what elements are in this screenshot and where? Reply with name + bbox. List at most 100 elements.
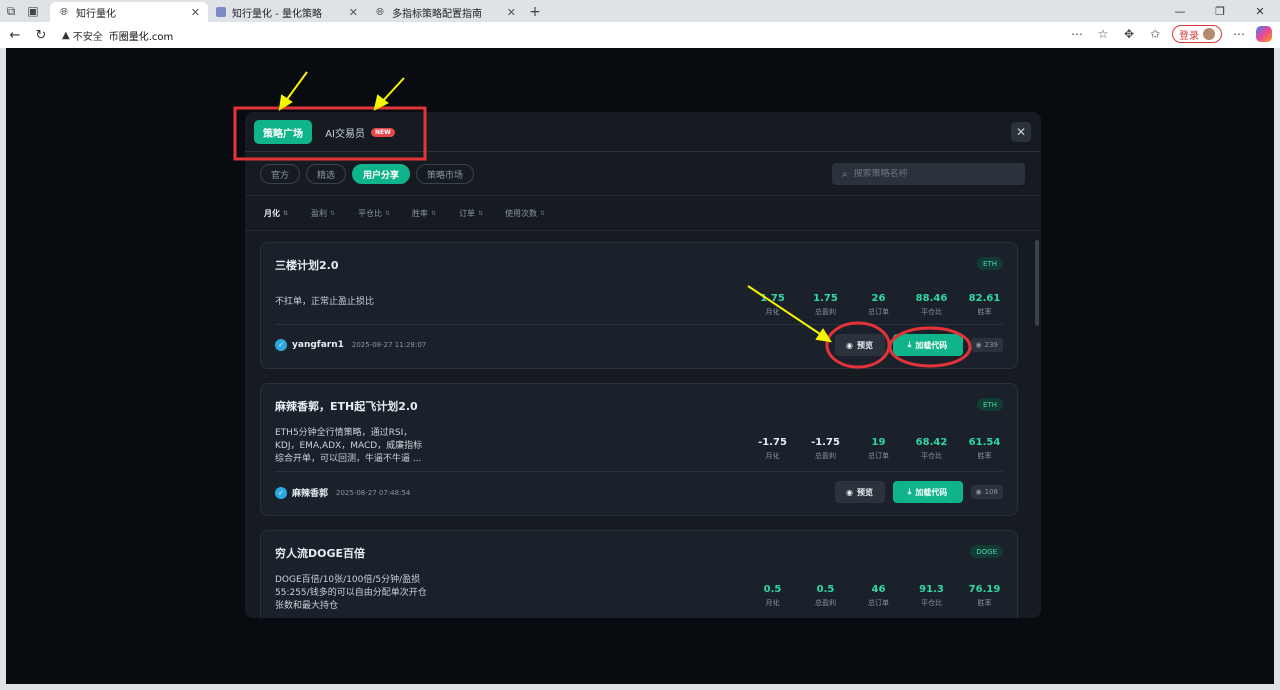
stat-value: 1.75 <box>760 293 785 304</box>
strategy-title: 穷人流DOGE百倍 <box>275 547 366 560</box>
address-bar[interactable]: ▲ 不安全 币圈量化.com <box>62 25 1132 45</box>
search-icon: ⌕ <box>842 168 848 180</box>
sort-label: 胜率 <box>412 209 428 218</box>
avatar <box>1203 28 1215 40</box>
menu-dots-icon[interactable]: ⋯ <box>1230 25 1248 43</box>
browser-tab-1[interactable]: 🌐︎ 知行量化 ✕ <box>50 2 208 22</box>
extensions-icon[interactable]: ✥ <box>1120 25 1138 43</box>
strategy-title: 麻辣香郭，ETH起飞计划2.0 <box>275 400 418 413</box>
stat-label: 月化 <box>765 308 780 316</box>
stat-total-profit: 0.5 总盈利 <box>799 584 852 608</box>
sort-orders[interactable]: 订单 ⇅ <box>459 208 483 219</box>
close-icon[interactable]: ✕ <box>191 6 200 19</box>
site-favicon-icon <box>216 7 226 17</box>
stat-total-orders: 26 总订单 <box>852 293 905 317</box>
login-button[interactable]: 登录 <box>1172 25 1222 43</box>
sort-arrows-icon: ⇅ <box>330 210 336 217</box>
author-name[interactable]: 麻辣香郭 <box>292 486 328 499</box>
close-icon[interactable]: ✕ <box>507 6 516 19</box>
tab-actions-icon[interactable]: ▣ <box>22 0 44 22</box>
card-actions: ◉ 预览 ⤓ 加载代码 ◉ 108 <box>834 481 1003 503</box>
stat-label: 总盈利 <box>815 599 836 607</box>
restore-icon[interactable]: ❐ <box>1200 0 1240 22</box>
stat-label: 月化 <box>765 599 780 607</box>
list-scrollbar[interactable] <box>1035 234 1039 614</box>
close-icon[interactable]: ✕ <box>349 6 358 19</box>
new-tab-icon[interactable]: + <box>524 2 546 22</box>
strategy-list: 三楼计划2.0 ETH 不扛单，正常止盈止损比 1.75 月化 1.75 总盈利 2… <box>260 242 1018 618</box>
filter-official[interactable]: 官方 <box>260 164 301 184</box>
strategy-card: 麻辣香郭，ETH起飞计划2.0 ETH ETH5分钟全行情策略，通过RSI， K… <box>260 383 1018 516</box>
globe-icon: 🌐︎ <box>376 6 384 18</box>
browser-tab-3[interactable]: 🌐︎ 多指标策略配置指南 ✕ <box>366 2 524 22</box>
close-icon: ✕ <box>1015 125 1027 139</box>
preview-button[interactable]: ◉ 预览 <box>834 481 885 503</box>
stat-value: -1.75 <box>758 437 787 448</box>
sort-arrows-icon: ⇅ <box>385 210 391 217</box>
description-line: KDJ，EMA,ADX，MACD，威廉指标 <box>275 441 423 451</box>
workspaces-icon[interactable]: ⧉ <box>0 0 22 22</box>
filter-pills: 官方 精选 用户分享 策略市场 <box>260 164 475 184</box>
stat-total-profit: -1.75 总盈利 <box>799 437 852 461</box>
sort-win-rate[interactable]: 胜率 ⇅ <box>412 208 436 219</box>
stat-label: 胜率 <box>977 308 992 316</box>
sort-usage[interactable]: 使用次数 ⇅ <box>505 208 545 219</box>
tab-ai-trader[interactable]: AI交易员 NEW <box>325 120 395 144</box>
stat-label: 总订单 <box>868 599 889 607</box>
sort-label: 使用次数 <box>505 209 537 218</box>
modal-header: 策略广场 AI交易员 NEW ✕ <box>245 112 1041 152</box>
tab-label: 策略广场 <box>263 128 303 140</box>
view-count-value: 108 <box>984 488 998 496</box>
stat-value: 68.42 <box>915 437 948 448</box>
preview-button[interactable]: ◉ 预览 <box>834 334 885 356</box>
more-dots-icon[interactable]: ⋯ <box>1068 25 1086 43</box>
button-label: 预览 <box>857 487 873 497</box>
stat-label: 平仓比 <box>921 308 942 316</box>
button-label: 加载代码 <box>915 340 948 350</box>
minimize-icon[interactable]: — <box>1160 0 1200 22</box>
strategy-description: DOGE百倍/10张/100倍/5分钟/盈损 55:255/钱多的可以自由分配单… <box>275 574 495 613</box>
filter-market[interactable]: 策略市场 <box>416 164 475 184</box>
favorites-list-icon[interactable]: ✩ <box>1146 25 1164 43</box>
scroll-thumb[interactable] <box>1035 240 1039 326</box>
stat-monthly: 0.5 月化 <box>746 584 799 608</box>
load-code-button[interactable]: ⤓ 加载代码 <box>892 334 963 356</box>
timestamp: 2025-08-27 07:48:54 <box>336 488 411 497</box>
globe-icon: 🌐︎ <box>60 6 68 18</box>
window-close-icon[interactable]: ✕ <box>1240 0 1280 22</box>
search-box: ⌕ <box>832 163 1025 185</box>
copilot-icon[interactable] <box>1256 26 1272 42</box>
load-code-button[interactable]: ⤓ 加载代码 <box>892 481 963 503</box>
filter-user-shared[interactable]: 用户分享 <box>352 164 411 184</box>
search-input[interactable] <box>853 169 1014 179</box>
view-count: ◉ 108 <box>970 485 1003 499</box>
favorite-star-icon[interactable]: ☆ <box>1094 25 1112 43</box>
stat-monthly: -1.75 月化 <box>746 437 799 461</box>
tab-strategy-square[interactable]: 策略广场 <box>254 120 312 144</box>
stat-value: 46 <box>871 584 886 595</box>
browser-toolbar: ⋯ ☆ ✥ ✩ 登录 ⋯ <box>1068 25 1272 43</box>
coin-badge: DOGE <box>970 545 1003 558</box>
eye-icon: ◉ <box>846 487 853 497</box>
security-warning[interactable]: ▲ 不安全 <box>62 28 103 43</box>
stat-value: 26 <box>871 293 886 304</box>
refresh-icon[interactable]: ↻ <box>30 24 52 46</box>
window-bottom <box>0 684 1280 690</box>
author-name[interactable]: yangfarn1 <box>292 340 344 350</box>
sort-profit[interactable]: 盈利 ⇅ <box>311 208 335 219</box>
browser-tab-2[interactable]: 知行量化 - 量化策略 ✕ <box>208 2 366 22</box>
back-icon[interactable]: ← <box>4 24 26 46</box>
description-line: 综合开单，可以回测，牛逼不牛逼 ... <box>275 454 422 464</box>
warning-icon: ▲ <box>62 29 70 41</box>
sort-bar: 月化 ⇅ 盈利 ⇅ 平仓比 ⇅ 胜率 ⇅ 订单 ⇅ 使用次数 ⇅ <box>245 195 1041 231</box>
coin-badge: ETH <box>977 257 1003 270</box>
strategy-card: 三楼计划2.0 ETH 不扛单，正常止盈止损比 1.75 月化 1.75 总盈利 2… <box>260 242 1018 369</box>
browser-tab-title: 知行量化 <box>76 8 116 20</box>
sort-close-ratio[interactable]: 平仓比 ⇅ <box>358 208 390 219</box>
modal-close-button[interactable]: ✕ <box>1011 122 1031 142</box>
filter-featured[interactable]: 精选 <box>306 164 347 184</box>
sort-monthly[interactable]: 月化 ⇅ <box>264 208 288 219</box>
sort-arrows-icon: ⇅ <box>540 210 546 217</box>
sort-label: 月化 <box>264 209 280 218</box>
author-info: ✓ yangfarn1 2025-08-27 11:28:07 <box>275 339 426 351</box>
